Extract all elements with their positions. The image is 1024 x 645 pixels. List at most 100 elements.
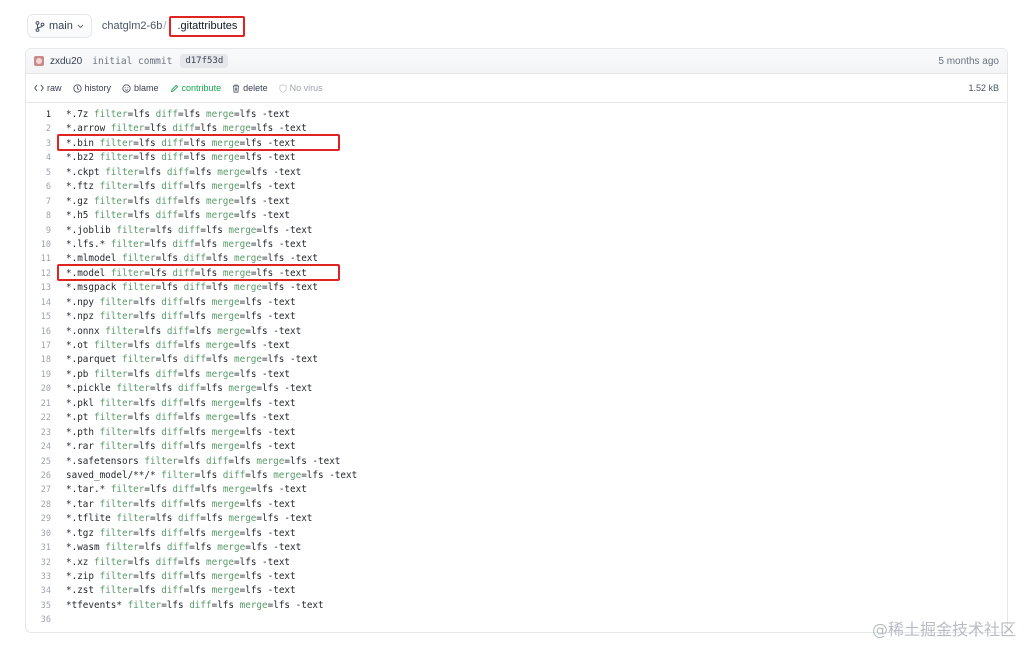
line-number[interactable]: 34	[26, 584, 51, 598]
line-number[interactable]: 21	[26, 397, 51, 411]
line-number[interactable]: 16	[26, 325, 51, 339]
attr-text: -text	[262, 210, 291, 222]
attr-text: -text	[284, 513, 313, 525]
attr-value: lfs	[144, 542, 162, 554]
line-number[interactable]: 19	[26, 368, 51, 382]
line-number[interactable]: 15	[26, 310, 51, 324]
line-number[interactable]: 18	[26, 353, 51, 367]
line-number[interactable]: 36	[26, 613, 51, 627]
attr-diff: diff	[172, 484, 195, 496]
attr-text: -text	[267, 585, 296, 597]
history-icon	[72, 83, 82, 93]
attr-text: -text	[262, 412, 291, 424]
file-pattern: *.npy	[66, 296, 94, 308]
line-content: *.tflite filter=lfs diff=lfs merge=lfs -…	[66, 512, 312, 526]
line-number[interactable]: 32	[26, 556, 51, 570]
attr-value: lfs	[256, 123, 274, 135]
attr-value: lfs	[189, 137, 207, 149]
line-number[interactable]: 26	[26, 469, 51, 483]
attr-merge: merge	[211, 571, 240, 582]
attr-merge: merge	[211, 585, 240, 597]
line-number[interactable]: 23	[26, 426, 51, 440]
file-pattern: *.gz	[66, 195, 89, 207]
line-content: *.tgz filter=lfs diff=lfs merge=lfs -tex…	[66, 527, 296, 541]
attr-diff: diff	[161, 311, 184, 323]
code-line: 12 *.model filter=lfs diff=lfs merge=lfs …	[26, 267, 1007, 281]
commit-hash[interactable]: d17f53d	[180, 54, 229, 68]
attr-value: lfs	[183, 556, 201, 568]
code-line: 13 *.msgpack filter=lfs diff=lfs merge=lf…	[26, 281, 1007, 295]
attr-text: -text	[267, 296, 296, 308]
line-number[interactable]: 4	[26, 151, 51, 165]
line-number[interactable]: 11	[26, 252, 51, 266]
file-pattern: *.model	[66, 267, 106, 279]
attr-value: lfs	[250, 542, 268, 554]
code-line: 23 *.pth filter=lfs diff=lfs merge=lfs -t…	[26, 426, 1007, 440]
file-pattern: *.pth	[66, 426, 94, 438]
code-line: 27 *.tar.* filter=lfs diff=lfs merge=lfs …	[26, 483, 1007, 497]
attr-value: lfs	[161, 354, 178, 366]
line-number[interactable]: 14	[26, 296, 51, 310]
line-number[interactable]: 22	[26, 411, 51, 425]
line-number[interactable]: 30	[26, 527, 51, 541]
line-number[interactable]: 35	[26, 599, 51, 613]
line-number[interactable]: 5	[26, 166, 51, 180]
branch-selector[interactable]: main	[27, 14, 92, 38]
attr-diff: diff	[155, 412, 178, 424]
attr-value: lfs	[239, 109, 257, 120]
line-content: *.ot filter=lfs diff=lfs merge=lfs -text	[66, 339, 290, 353]
commit-message[interactable]: initial commit	[92, 56, 172, 67]
line-number[interactable]: 13	[26, 281, 51, 295]
commit-author[interactable]: zxdu20	[50, 56, 82, 67]
attr-text: -text	[267, 311, 296, 323]
attr-filter: filter	[94, 368, 128, 380]
attr-value: lfs	[189, 296, 207, 308]
attr-filter: filter	[94, 556, 128, 568]
line-number[interactable]: 7	[26, 195, 51, 209]
raw-button[interactable]: raw	[34, 83, 62, 93]
attr-diff: diff	[161, 426, 184, 438]
attr-filter: filter	[99, 296, 134, 308]
breadcrumb-repo[interactable]: chatglm2-6b	[102, 20, 163, 32]
line-number[interactable]: 3	[26, 137, 51, 151]
attr-filter: filter	[94, 195, 128, 207]
file-pattern: *.tflite	[66, 513, 111, 525]
attr-text: -text	[267, 181, 296, 193]
attr-value: lfs	[189, 571, 207, 582]
attr-merge: merge	[234, 253, 262, 265]
attr-text: -text	[273, 325, 302, 337]
line-number[interactable]: 24	[26, 440, 51, 454]
contribute-button[interactable]: contribute	[170, 83, 221, 93]
attr-value: lfs	[245, 137, 263, 149]
line-number[interactable]: 31	[26, 541, 51, 555]
line-number[interactable]: 33	[26, 570, 51, 584]
line-number[interactable]: 2	[26, 122, 51, 136]
attr-filter: filter	[99, 152, 134, 164]
blame-button[interactable]: blame	[122, 83, 159, 93]
line-number[interactable]: 6	[26, 180, 51, 194]
attr-value: lfs	[133, 210, 150, 222]
line-number[interactable]: 17	[26, 339, 51, 353]
file-pattern: *.npz	[66, 311, 94, 323]
attr-filter: filter	[144, 455, 178, 467]
history-button[interactable]: history	[72, 83, 111, 93]
file-pattern: *.joblib	[66, 224, 111, 236]
attr-value: lfs	[138, 181, 156, 193]
line-number[interactable]: 28	[26, 498, 51, 512]
line-number[interactable]: 12	[26, 267, 51, 281]
attr-merge: merge	[211, 498, 240, 510]
line-number[interactable]: 10	[26, 238, 51, 252]
avatar[interactable]	[34, 56, 44, 66]
line-number[interactable]: 20	[26, 382, 51, 396]
line-number[interactable]: 8	[26, 209, 51, 223]
line-number[interactable]: 27	[26, 483, 51, 497]
line-number[interactable]: 1	[26, 108, 51, 122]
file-pattern: *.7z	[66, 109, 89, 120]
delete-button[interactable]: delete	[232, 83, 268, 93]
line-content: *.tar filter=lfs diff=lfs merge=lfs -tex…	[66, 498, 296, 512]
attr-value: lfs	[211, 282, 229, 294]
line-number[interactable]: 25	[26, 455, 51, 469]
line-number[interactable]: 9	[26, 224, 51, 238]
line-number[interactable]: 29	[26, 512, 51, 526]
attr-value: lfs	[150, 484, 167, 496]
